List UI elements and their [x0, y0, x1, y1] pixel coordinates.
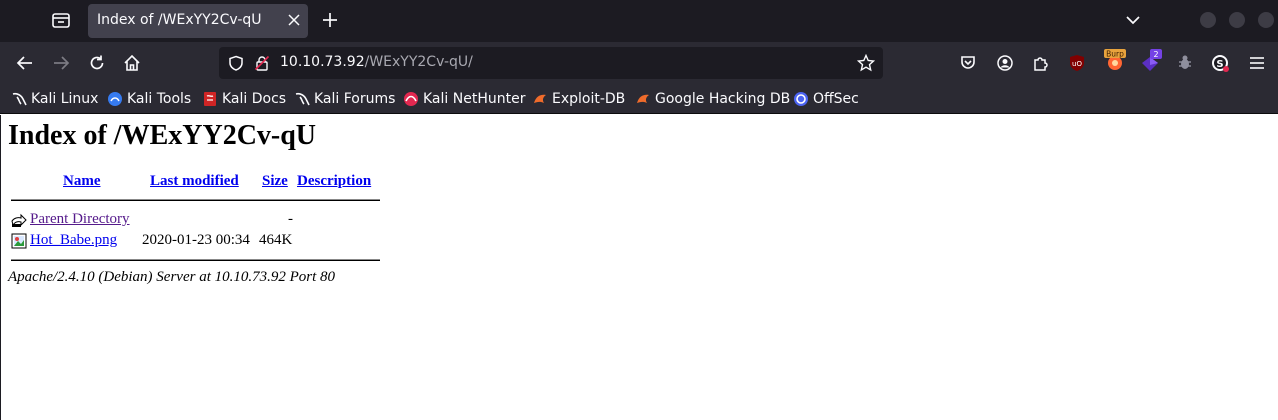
bookmark-star-icon[interactable]	[857, 54, 875, 72]
url-text[interactable]: 10.10.73.92/WExYY2Cv-qU/	[280, 54, 473, 70]
tab-title: Index of /WExYY2Cv-qU	[97, 12, 262, 28]
tab-strip: Index of /WExYY2Cv-qU	[0, 0, 1278, 42]
insecure-lock-icon[interactable]	[254, 55, 270, 71]
kali-dragon-icon	[295, 92, 310, 106]
svg-text:uO: uO	[1072, 60, 1082, 68]
image-icon	[11, 233, 27, 249]
close-tab-icon[interactable]	[286, 12, 302, 28]
column-header-size[interactable]: Size	[262, 173, 288, 190]
bug-extension-icon[interactable]	[1176, 54, 1194, 72]
nethunter-icon	[404, 92, 418, 106]
pocket-icon[interactable]	[959, 54, 977, 72]
page-title: Index of /WExYY2Cv-qU	[8, 120, 317, 151]
minimize-window-icon[interactable]	[1200, 12, 1216, 28]
maximize-window-icon[interactable]	[1229, 12, 1245, 28]
bookmark-kali-tools[interactable]: Kali Tools	[107, 90, 191, 108]
url-path: /WExYY2Cv-qU/	[364, 54, 473, 70]
new-tab-icon[interactable]	[321, 11, 339, 29]
bookmark-offsec[interactable]: OffSec	[793, 90, 859, 108]
bookmark-label: Kali Forums	[314, 91, 396, 107]
exploit-db-icon	[534, 94, 546, 103]
hamburger-menu-icon[interactable]	[1248, 54, 1266, 72]
bookmark-label: Kali NetHunter	[423, 91, 526, 107]
bookmark-label: Kali Linux	[31, 91, 99, 107]
row-last-modified: 2020-01-23 00:34	[142, 232, 250, 248]
firefox-view-icon[interactable]	[51, 11, 71, 29]
divider	[11, 199, 380, 201]
divider	[11, 259, 380, 261]
row-size: -	[288, 211, 293, 227]
bookmark-google-hacking-db[interactable]: Google Hacking DB	[635, 90, 790, 108]
account-icon[interactable]	[996, 54, 1014, 72]
extension-badge: 2	[1153, 50, 1158, 59]
column-header-name[interactable]: Name	[63, 173, 101, 190]
svg-text:S: S	[1216, 59, 1223, 70]
back-icon	[11, 213, 27, 227]
offsec-icon	[794, 92, 808, 106]
bookmark-kali-linux[interactable]: Kali Linux	[11, 90, 98, 108]
bookmark-kali-forums[interactable]: Kali Forums	[294, 90, 395, 108]
parent-directory-link[interactable]: Parent Directory	[30, 211, 130, 228]
bookmark-kali-docs[interactable]: Kali Docs	[202, 90, 286, 108]
burp-proxy-icon[interactable]: Burp	[1104, 49, 1126, 73]
bookmark-kali-nethunter[interactable]: Kali NetHunter	[403, 90, 525, 108]
bookmarks-toolbar: Kali Linux Kali Tools Kali Docs Kali For…	[0, 85, 1278, 114]
bookmark-label: OffSec	[813, 91, 859, 107]
navigation-toolbar: 10.10.73.92/WExYY2Cv-qU/ uO Burp 2 S	[0, 42, 1278, 85]
url-host: 10.10.73.92	[280, 54, 365, 70]
back-arrow-icon[interactable]	[16, 54, 34, 72]
kali-tools-icon	[108, 92, 122, 106]
extensions-puzzle-icon[interactable]	[1032, 54, 1050, 72]
file-link[interactable]: Hot_Babe.png	[30, 232, 117, 249]
url-bar[interactable]: 10.10.73.92/WExYY2Cv-qU/	[219, 47, 883, 79]
home-icon[interactable]	[123, 54, 141, 72]
reload-icon[interactable]	[88, 54, 106, 72]
server-signature: Apache/2.4.10 (Debian) Server at 10.10.7…	[8, 269, 336, 285]
bookmark-label: Google Hacking DB	[655, 91, 791, 107]
tab-active[interactable]: Index of /WExYY2Cv-qU	[88, 4, 308, 38]
bookmark-label: Exploit-DB	[552, 91, 626, 107]
bookmark-exploit-db[interactable]: Exploit-DB	[532, 90, 625, 108]
forward-arrow-icon[interactable]	[52, 54, 70, 72]
bookmark-label: Kali Docs	[222, 91, 287, 107]
ublock-origin-icon[interactable]: uO	[1068, 54, 1086, 72]
chevron-down-icon[interactable]	[1125, 12, 1141, 28]
shield-icon[interactable]	[228, 55, 244, 71]
close-window-icon[interactable]	[1258, 12, 1274, 28]
column-header-last-modified[interactable]: Last modified	[150, 173, 239, 190]
page-content: Index of /WExYY2Cv-qU Name Last modified…	[0, 115, 1278, 420]
row-size: 464K	[259, 232, 293, 248]
column-header-description[interactable]: Description	[297, 173, 371, 190]
shortcut-s-icon[interactable]: S	[1211, 54, 1229, 72]
bookmark-label: Kali Tools	[127, 91, 192, 107]
exploit-db-icon	[637, 94, 649, 103]
burp-label: Burp	[1106, 50, 1124, 59]
kali-dragon-icon	[12, 92, 27, 106]
kali-docs-icon	[204, 92, 216, 106]
gem-extension-icon[interactable]: 2	[1140, 49, 1162, 73]
